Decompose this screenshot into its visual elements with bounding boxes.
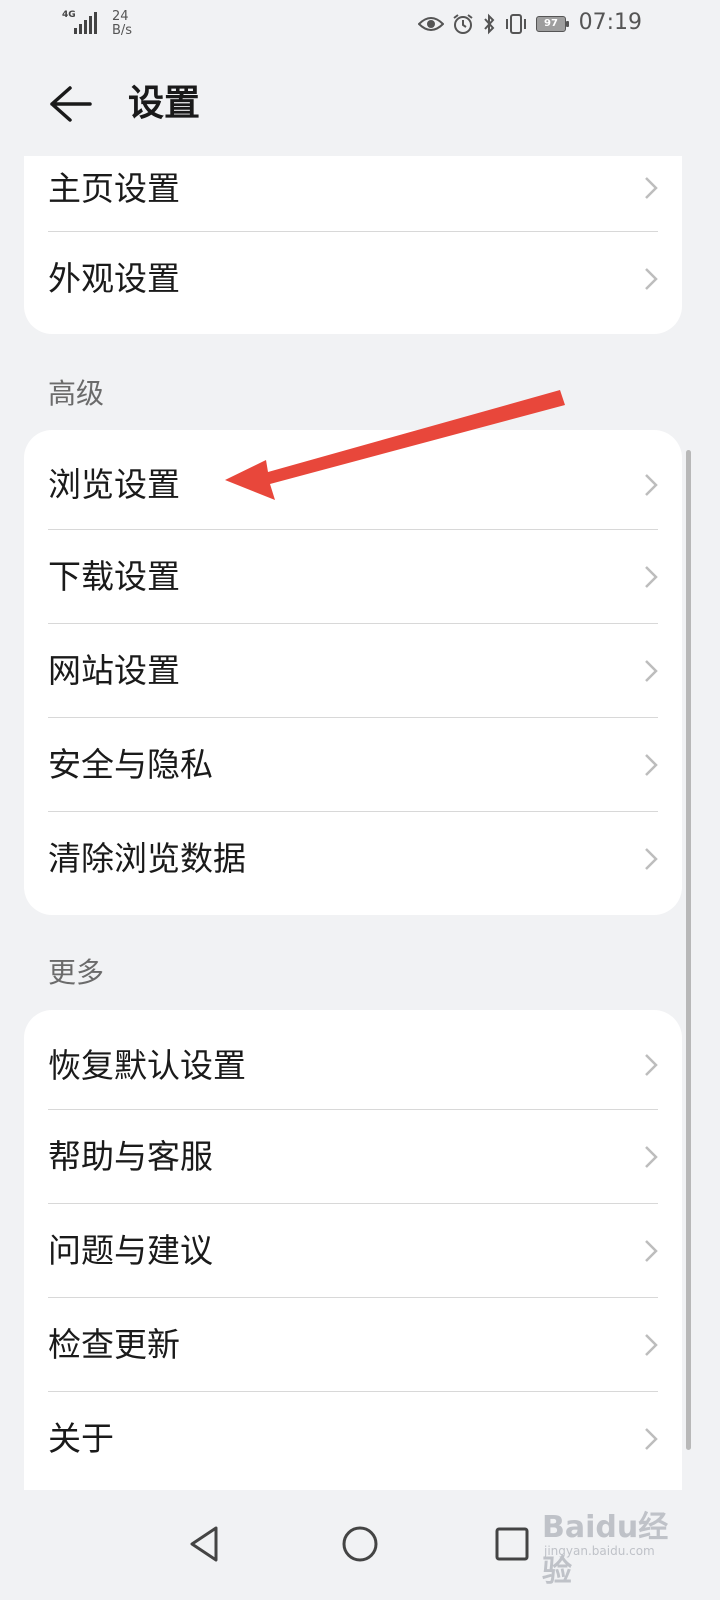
settings-item-about[interactable]: 关于	[24, 1392, 682, 1486]
settings-item-browsing[interactable]: 浏览设置	[24, 430, 682, 530]
app-bar: 设置	[0, 60, 720, 150]
chevron-right-icon	[645, 754, 658, 776]
settings-item-restore-defaults[interactable]: 恢复默认设置	[24, 1010, 682, 1110]
back-arrow-icon	[50, 86, 92, 122]
network-speed-unit: B/s	[112, 23, 133, 38]
nav-back-button[interactable]	[180, 1518, 232, 1570]
section-title-more: 更多	[48, 956, 105, 989]
nav-recents-button[interactable]	[486, 1518, 538, 1570]
settings-item-label: 清除浏览数据	[48, 839, 246, 878]
settings-group-general: 主页设置 外观设置	[24, 156, 682, 334]
chevron-right-icon	[645, 660, 658, 682]
settings-item-security-privacy[interactable]: 安全与隐私	[24, 718, 682, 812]
settings-item-label: 关于	[48, 1419, 114, 1458]
settings-group-advanced: 浏览设置 下载设置 网站设置 安全与隐私 清除浏览数据	[24, 430, 682, 915]
settings-item-feedback[interactable]: 问题与建议	[24, 1204, 682, 1298]
settings-item-clear-data[interactable]: 清除浏览数据	[24, 812, 682, 906]
status-icons: 97	[418, 10, 570, 38]
alarm-icon	[453, 14, 473, 34]
settings-item-label: 下载设置	[48, 557, 180, 596]
square-recents-icon	[495, 1527, 529, 1561]
network-speed-value: 24	[112, 9, 129, 24]
section-title-advanced: 高级	[48, 377, 105, 410]
chevron-right-icon	[645, 1334, 658, 1356]
settings-item-label: 安全与隐私	[48, 745, 213, 784]
settings-item-downloads[interactable]: 下载设置	[24, 530, 682, 624]
settings-item-label: 恢复默认设置	[48, 1046, 246, 1085]
settings-item-label: 网站设置	[48, 651, 180, 690]
circle-home-icon	[342, 1526, 378, 1562]
status-bar: 4G 24 B/s 97 07:19	[0, 0, 720, 50]
watermark: Baidu经验 jingyan.baidu.com	[542, 1492, 692, 1589]
vibrate-icon	[506, 14, 526, 34]
settings-item-label: 帮助与客服	[48, 1137, 213, 1176]
battery-level: 97	[544, 18, 558, 29]
settings-item-sites[interactable]: 网站设置	[24, 624, 682, 718]
back-button[interactable]	[44, 80, 100, 128]
eye-comfort-icon	[418, 17, 444, 31]
chevron-right-icon	[645, 848, 658, 870]
nav-home-button[interactable]	[334, 1518, 386, 1570]
network-type-label: 4G	[62, 10, 76, 20]
chevron-right-icon	[645, 268, 658, 290]
triangle-back-icon	[190, 1526, 218, 1562]
bluetooth-icon	[484, 13, 495, 35]
settings-item-label: 问题与建议	[48, 1231, 213, 1270]
settings-item-home[interactable]: 主页设置	[24, 156, 682, 232]
chevron-right-icon	[645, 1054, 658, 1076]
battery-icon: 97	[536, 16, 570, 32]
settings-item-label: 主页设置	[48, 169, 180, 208]
scrollbar[interactable]	[686, 450, 691, 1450]
page-title: 设置	[128, 83, 201, 124]
cellular-signal-icon: 4G	[62, 10, 100, 36]
chevron-right-icon	[645, 566, 658, 588]
settings-item-check-update[interactable]: 检查更新	[24, 1298, 682, 1392]
network-speed: 24 B/s	[112, 10, 132, 38]
settings-group-more: 恢复默认设置 帮助与客服 问题与建议 检查更新 关于	[24, 1010, 682, 1490]
chevron-right-icon	[645, 1428, 658, 1450]
status-time: 07:19	[578, 10, 642, 35]
settings-item-appearance[interactable]: 外观设置	[24, 232, 682, 334]
settings-item-help[interactable]: 帮助与客服	[24, 1110, 682, 1204]
settings-item-label: 外观设置	[48, 259, 180, 298]
settings-item-label: 浏览设置	[48, 465, 180, 504]
chevron-right-icon	[645, 177, 658, 199]
chevron-right-icon	[645, 1146, 658, 1168]
status-left: 4G 24 B/s	[62, 10, 132, 38]
chevron-right-icon	[645, 1240, 658, 1262]
chevron-right-icon	[645, 474, 658, 496]
settings-item-label: 检查更新	[48, 1325, 180, 1364]
watermark-url: jingyan.baidu.com	[544, 1544, 655, 1558]
